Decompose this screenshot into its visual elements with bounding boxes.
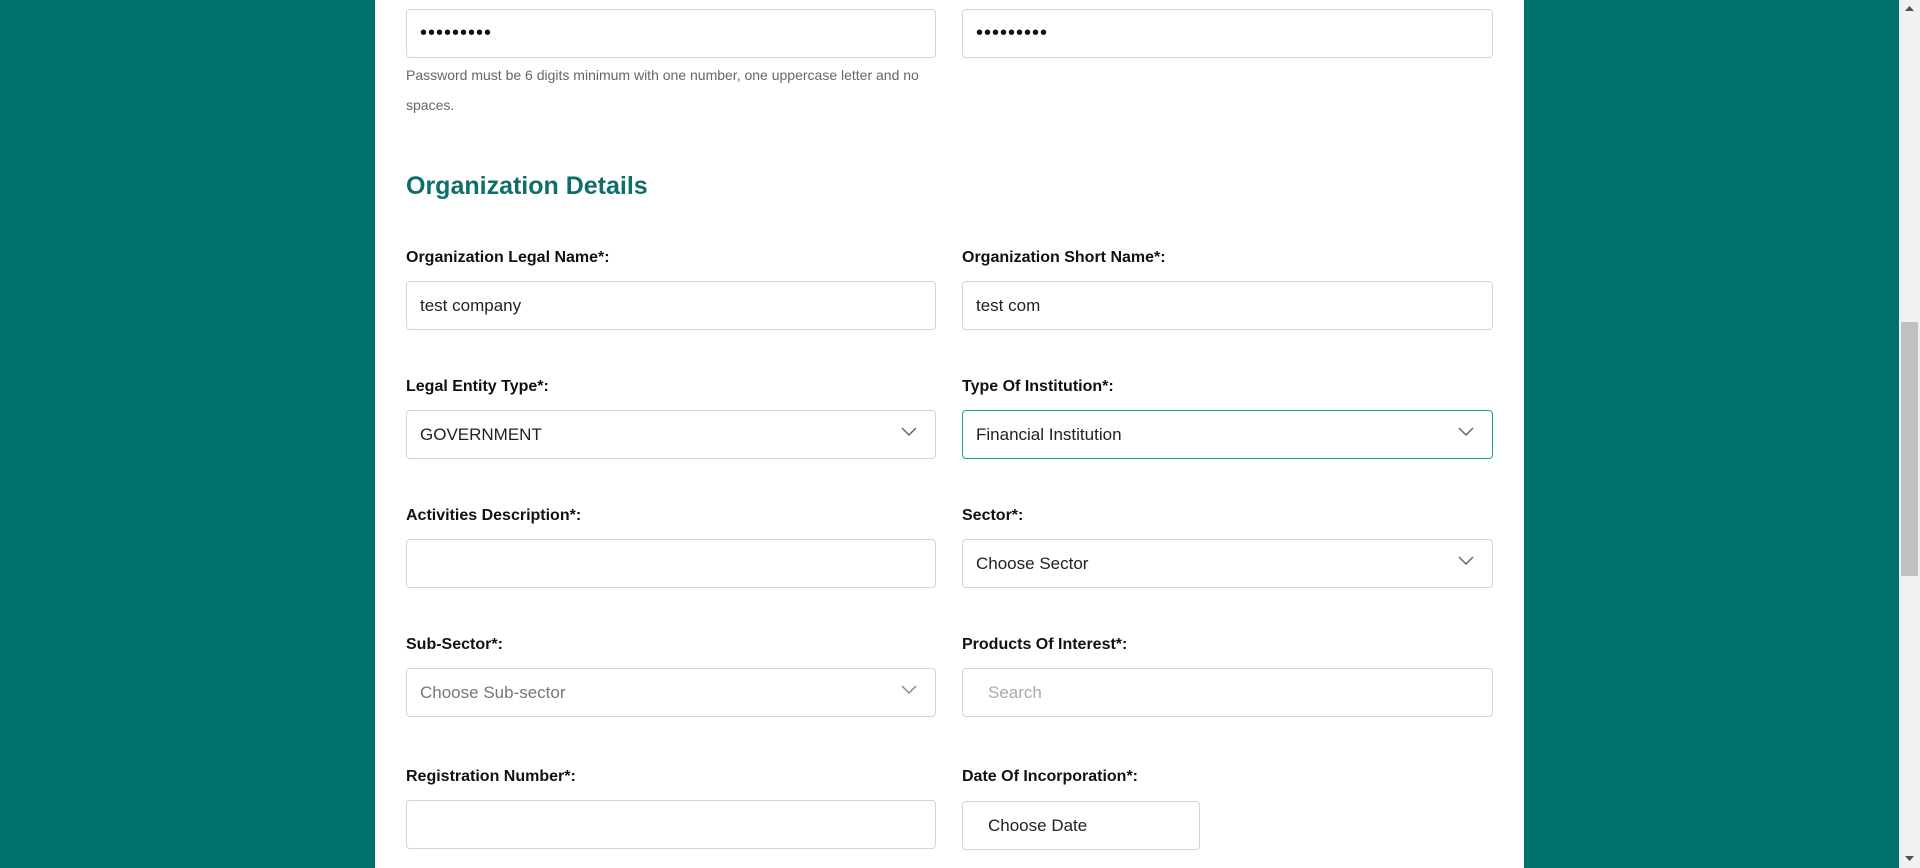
sector-select[interactable]: Choose Sector bbox=[962, 539, 1493, 588]
institution-type-label: Type Of Institution*: bbox=[962, 378, 1114, 395]
chevron-down-icon bbox=[901, 427, 917, 437]
registration-label: Registration Number*: bbox=[406, 768, 576, 785]
entity-type-select[interactable]: GOVERNMENT bbox=[406, 410, 936, 459]
section-title: Organization Details bbox=[406, 172, 648, 200]
activities-input[interactable] bbox=[406, 539, 936, 588]
products-search-input[interactable]: Search bbox=[962, 668, 1493, 717]
scrollbar-thumb[interactable] bbox=[1901, 322, 1918, 576]
short-name-input[interactable]: test com bbox=[962, 281, 1493, 330]
sector-value: Choose Sector bbox=[976, 553, 1089, 573]
short-name-label: Organization Short Name*: bbox=[962, 249, 1166, 266]
products-label: Products Of Interest*: bbox=[962, 636, 1128, 653]
chevron-down-icon bbox=[901, 685, 917, 695]
sub-sector-value: Choose Sub-sector bbox=[420, 682, 566, 702]
scroll-down-arrow-icon[interactable] bbox=[1905, 856, 1914, 862]
sector-label: Sector*: bbox=[962, 507, 1024, 524]
chevron-down-icon bbox=[1458, 427, 1474, 437]
sub-sector-label: Sub-Sector*: bbox=[406, 636, 503, 653]
incorporation-label: Date Of Incorporation*: bbox=[962, 768, 1139, 785]
registration-input[interactable] bbox=[406, 800, 936, 849]
institution-type-select[interactable]: Financial Institution bbox=[962, 410, 1493, 459]
password-hint: Password must be 6 digits minimum with o… bbox=[406, 67, 919, 113]
incorporation-date-input[interactable]: Choose Date bbox=[962, 801, 1200, 850]
legal-name-label: Organization Legal Name*: bbox=[406, 249, 610, 266]
registration-form-panel: ••••••••• ••••••••• Password must be 6 d… bbox=[375, 0, 1524, 868]
sub-sector-select[interactable]: Choose Sub-sector bbox=[406, 668, 936, 717]
legal-name-input[interactable]: test company bbox=[406, 281, 936, 330]
activities-label: Activities Description*: bbox=[406, 507, 582, 524]
password-input[interactable]: ••••••••• bbox=[406, 9, 936, 58]
scroll-up-arrow-icon[interactable] bbox=[1905, 5, 1914, 11]
institution-type-value: Financial Institution bbox=[976, 424, 1122, 444]
chevron-down-icon bbox=[1458, 556, 1474, 566]
entity-type-value: GOVERNMENT bbox=[420, 424, 542, 444]
confirm-password-input[interactable]: ••••••••• bbox=[962, 9, 1493, 58]
scrollbar[interactable] bbox=[1899, 0, 1920, 868]
entity-type-label: Legal Entity Type*: bbox=[406, 378, 549, 395]
